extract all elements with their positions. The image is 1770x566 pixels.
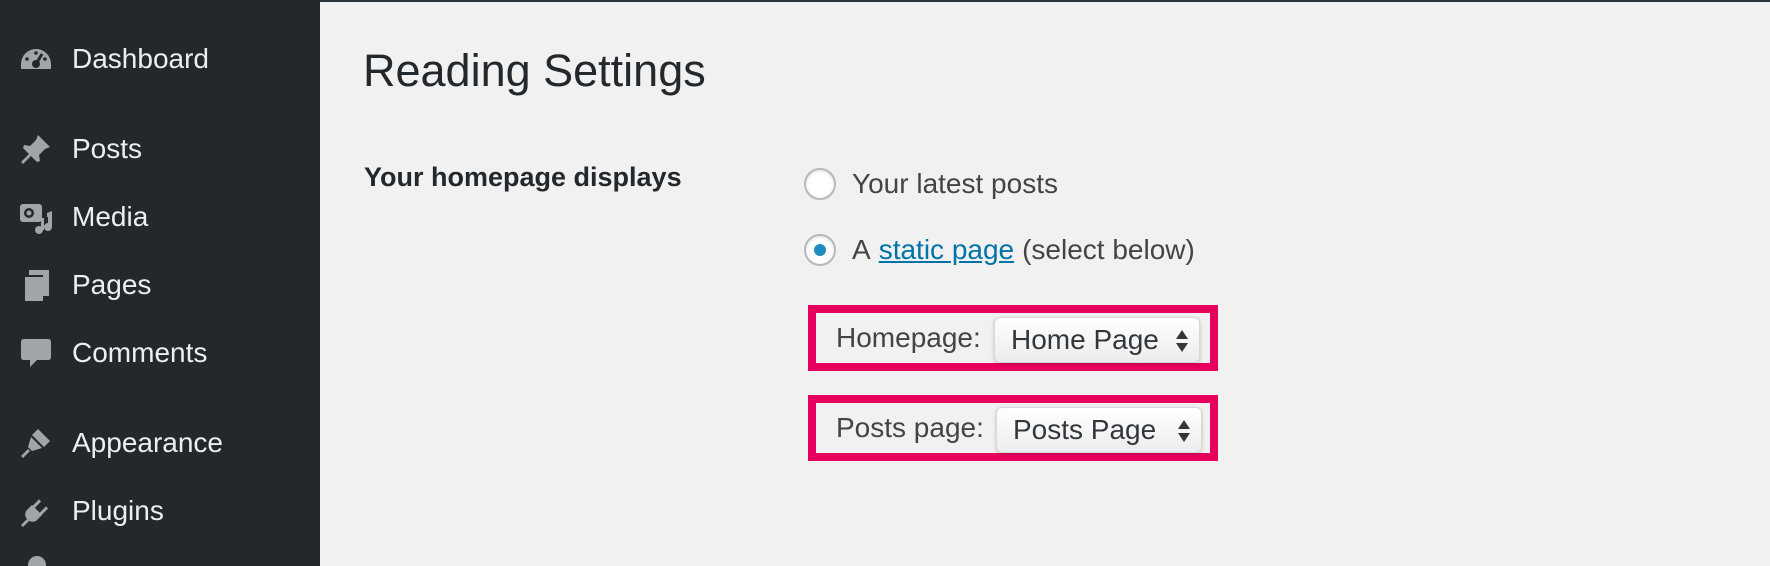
radio-label: Your latest posts (852, 168, 1058, 199)
select-arrows-icon (1178, 420, 1190, 442)
sidebar-item-label: Pages (72, 269, 152, 300)
radio-latest-posts[interactable]: Your latest posts (804, 166, 1058, 202)
homepage-displays-label: Your homepage displays (364, 162, 682, 192)
sidebar-item-label: Posts (72, 133, 143, 164)
sidebar-item-label: Comments (72, 337, 208, 368)
media-icon (20, 204, 52, 234)
radio-static-page[interactable]: A static page (select below) (804, 232, 1195, 268)
sidebar-item-media[interactable]: Media (0, 187, 320, 247)
posts-page-selected-value: Posts Page (1013, 414, 1157, 445)
homepage-select[interactable]: Home Page (994, 317, 1200, 363)
plugin-icon (21, 499, 49, 527)
dashboard-icon (21, 49, 51, 69)
paintbrush-icon (21, 429, 50, 458)
posts-page-field: Posts page: (836, 403, 984, 453)
sidebar-item-plugins[interactable]: Plugins (0, 481, 320, 541)
homepage-selected-value: Home Page (1011, 324, 1159, 355)
radio-button-checked[interactable] (804, 234, 836, 266)
homepage-label: Homepage: (836, 322, 981, 353)
sidebar-item-appearance[interactable]: Appearance (0, 413, 320, 473)
sidebar-item-partial-icon (28, 556, 46, 566)
posts-page-label: Posts page: (836, 412, 984, 443)
highlight-box-homepage: Homepage: Home Page (808, 305, 1218, 371)
posts-page-select[interactable]: Posts Page (996, 407, 1202, 453)
main-content: Reading Settings Your homepage displays … (320, 0, 1770, 566)
static-page-link[interactable]: static page (879, 234, 1014, 266)
radio-label-suffix: (select below) (1022, 234, 1195, 265)
sidebar-item-comments[interactable]: Comments (0, 323, 320, 383)
highlight-box-posts-page: Posts page: Posts Page (808, 395, 1218, 461)
select-arrows-icon (1176, 330, 1188, 352)
radio-label-prefix: A (852, 234, 871, 265)
sidebar-item-label: Dashboard (72, 43, 209, 74)
radio-button[interactable] (804, 168, 836, 200)
sidebar-item-label: Plugins (72, 495, 164, 526)
sidebar-item-label: Media (72, 201, 149, 232)
admin-sidebar: Dashboard Posts Media Pages Comments App… (0, 0, 320, 566)
sidebar-item-pages[interactable]: Pages (0, 255, 320, 315)
homepage-field: Homepage: (836, 313, 981, 363)
sidebar-item-dashboard[interactable]: Dashboard (0, 29, 320, 89)
sidebar-item-label: Appearance (72, 427, 224, 458)
sidebar-item-posts[interactable]: Posts (0, 119, 320, 179)
pages-icon (23, 270, 49, 301)
page-title: Reading Settings (363, 45, 706, 96)
comment-icon (21, 339, 51, 367)
pin-icon (21, 135, 50, 164)
